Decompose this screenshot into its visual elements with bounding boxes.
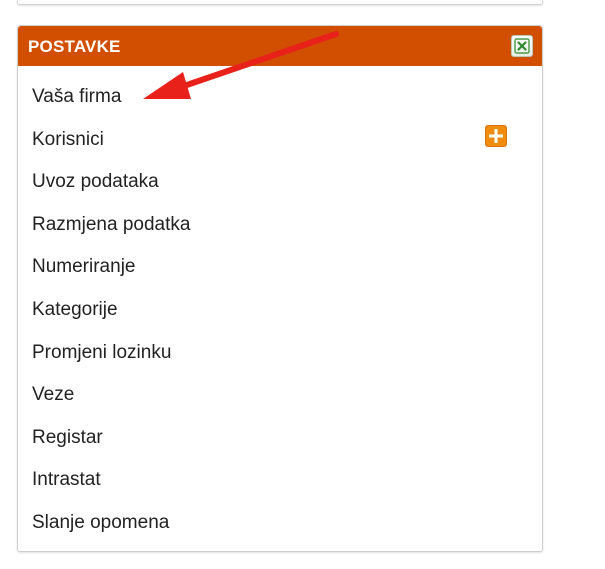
menu-item-razmjena-podatka[interactable]: Razmjena podatka xyxy=(18,204,542,247)
menu-item-label: Slanje opomena xyxy=(32,511,170,533)
menu-item-label: Vaša firma xyxy=(32,86,122,107)
menu-item-label: Uvoz podataka xyxy=(32,171,159,193)
menu-item-label: Promjeni lozinku xyxy=(32,341,172,363)
menu-item-vasa-firma[interactable]: Vaša firma xyxy=(18,76,542,119)
panel-header: POSTAVKE xyxy=(18,26,542,66)
menu-item-label: Kategorije xyxy=(32,298,118,320)
plus-icon xyxy=(489,128,503,143)
panel-title: POSTAVKE xyxy=(28,37,121,56)
menu-item-intrastat[interactable]: Intrastat xyxy=(18,459,542,502)
settings-menu: Vaša firma Korisnici Uvoz podataka Razmj… xyxy=(18,76,542,545)
previous-panel-edge xyxy=(17,0,543,5)
menu-item-label: Veze xyxy=(32,384,75,406)
menu-item-numeriranje[interactable]: Numeriranje xyxy=(18,246,542,289)
menu-item-registar[interactable]: Registar xyxy=(18,417,542,460)
menu-item-label: Korisnici xyxy=(32,128,104,150)
add-user-button[interactable] xyxy=(485,124,507,147)
menu-item-kategorije[interactable]: Kategorije xyxy=(18,289,542,332)
close-x-icon xyxy=(514,38,530,54)
menu-item-slanje-opomena[interactable]: Slanje opomena xyxy=(18,502,542,545)
menu-item-veze[interactable]: Veze xyxy=(18,374,542,417)
menu-item-label: Intrastat xyxy=(32,469,101,491)
menu-item-uvoz-podataka[interactable]: Uvoz podataka xyxy=(18,161,542,204)
menu-item-korisnici[interactable]: Korisnici xyxy=(18,119,542,162)
postavke-panel: POSTAVKE Vaša firma Korisnici Uvoz podat… xyxy=(17,25,543,552)
menu-item-promjeni-lozinku[interactable]: Promjeni lozinku xyxy=(18,332,542,375)
menu-item-label: Razmjena podatka xyxy=(32,213,191,235)
close-button[interactable] xyxy=(511,35,533,57)
menu-item-label: Numeriranje xyxy=(32,256,136,278)
menu-item-label: Registar xyxy=(32,426,103,448)
